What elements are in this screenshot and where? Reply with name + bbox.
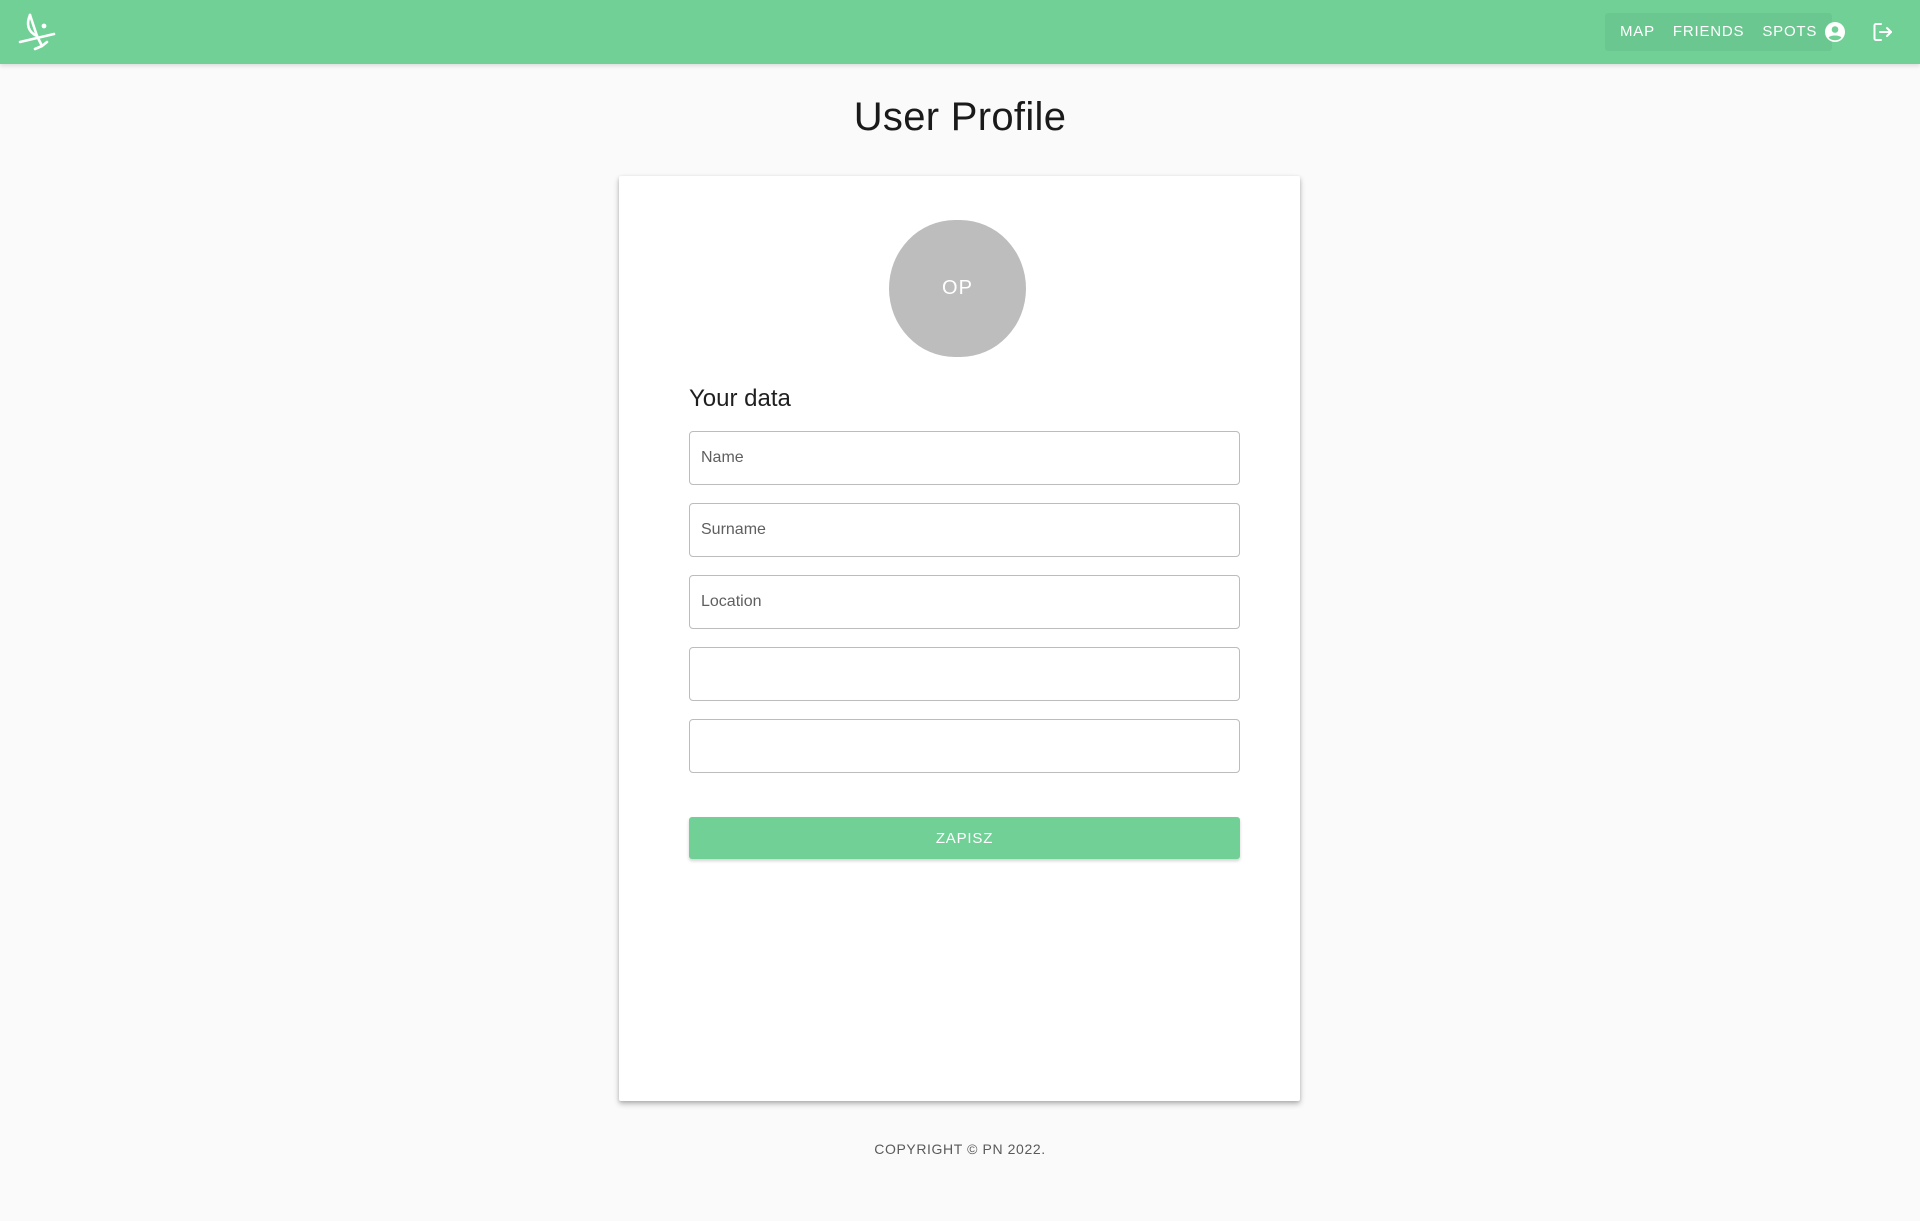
top-app-bar: MAP FRIENDS SPOTS	[0, 0, 1920, 64]
avatar-initials: OP	[942, 277, 973, 299]
extra-input-2[interactable]	[690, 720, 1239, 772]
nav-spots[interactable]: SPOTS	[1753, 13, 1826, 51]
nav-map[interactable]: MAP	[1611, 13, 1664, 51]
windsurfer-logo-icon[interactable]	[16, 12, 58, 52]
surname-input[interactable]	[690, 504, 1239, 556]
extra-input-1[interactable]	[690, 648, 1239, 700]
account-circle-icon[interactable]	[1823, 20, 1847, 44]
main-nav: MAP FRIENDS SPOTS	[1605, 13, 1833, 51]
location-field	[689, 575, 1240, 629]
location-input[interactable]	[690, 576, 1239, 628]
avatar[interactable]: OP	[889, 220, 1026, 357]
surname-field	[689, 503, 1240, 557]
nav-friends[interactable]: FRIENDS	[1664, 13, 1753, 51]
logout-icon[interactable]	[1871, 20, 1895, 44]
name-field	[689, 431, 1240, 485]
extra-field-2	[689, 719, 1240, 773]
page-title: User Profile	[853, 95, 1067, 139]
section-title: Your data	[689, 385, 791, 412]
profile-card: OP Your data ZAPISZ	[619, 176, 1300, 1101]
footer-copyright: COPYRIGHT © PN 2022.	[874, 1141, 1046, 1157]
extra-field-1	[689, 647, 1240, 701]
name-input[interactable]	[690, 432, 1239, 484]
save-button[interactable]: ZAPISZ	[689, 817, 1240, 859]
